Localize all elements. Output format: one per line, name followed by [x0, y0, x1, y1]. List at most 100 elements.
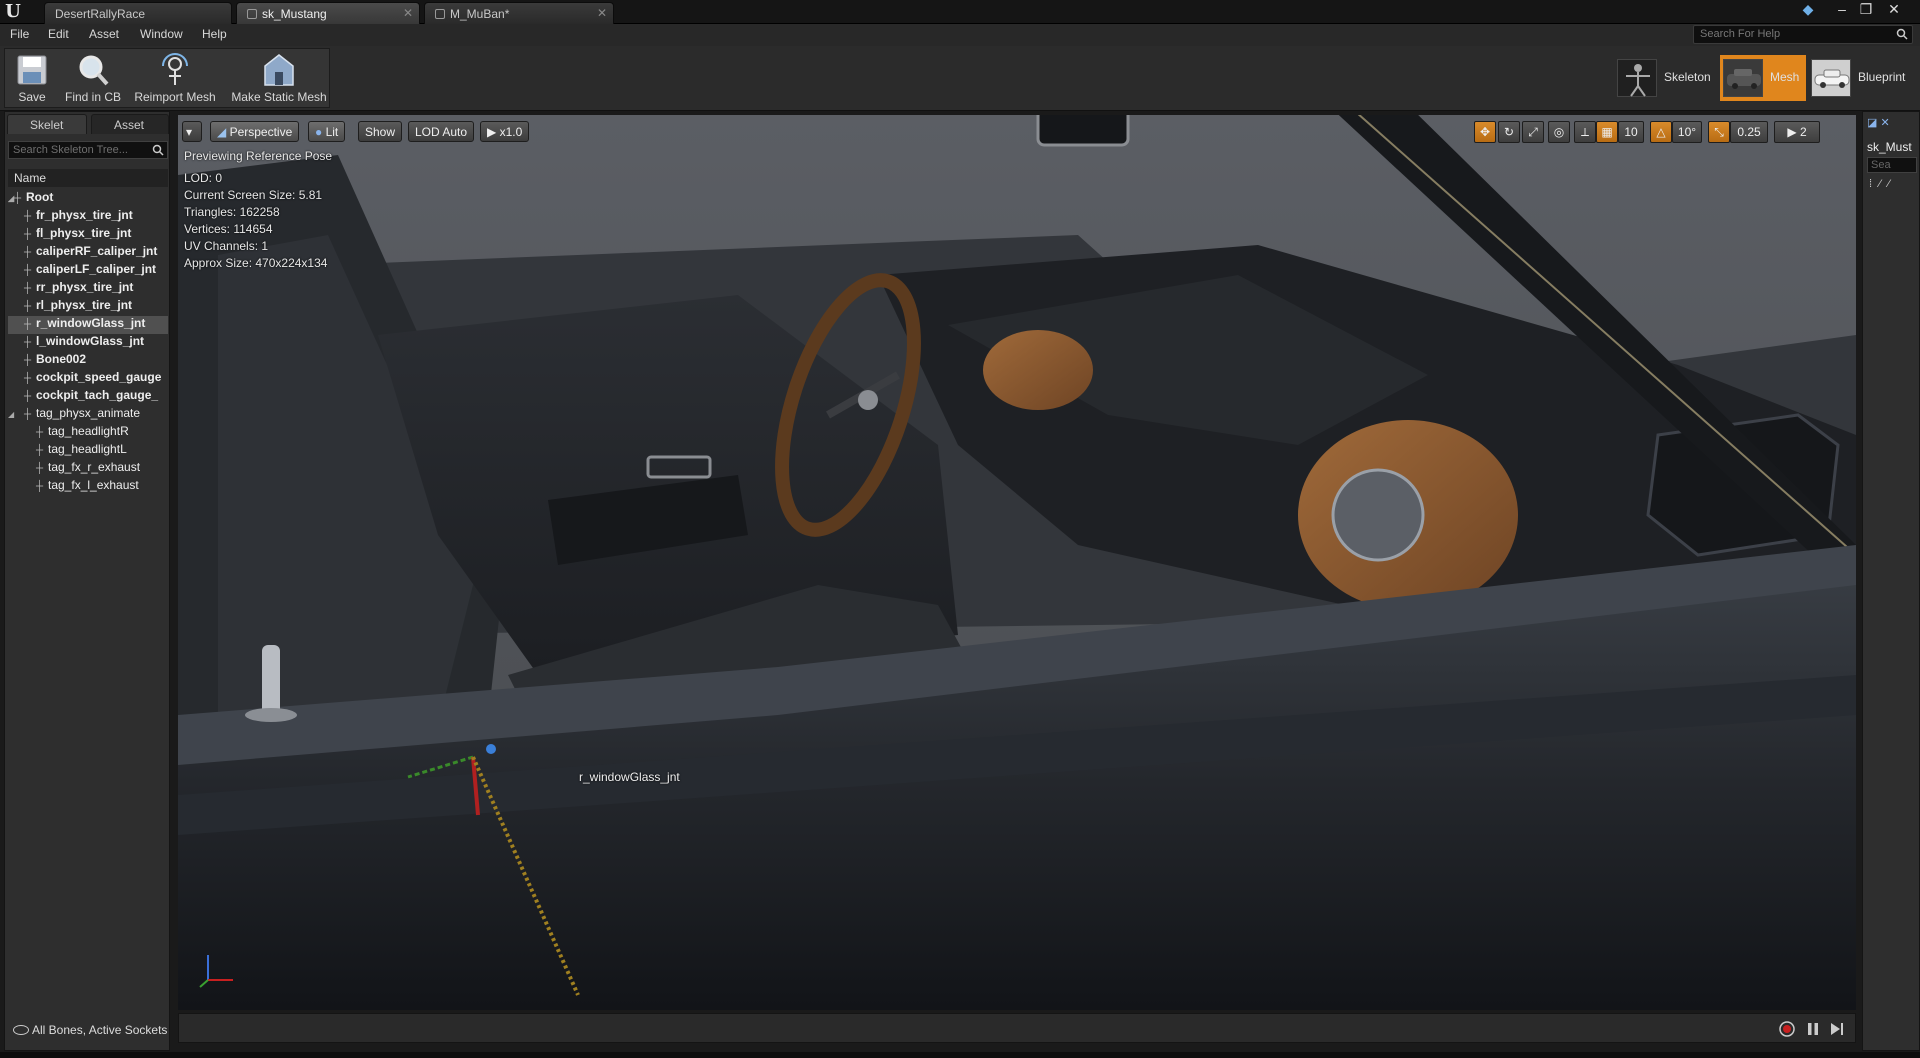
perspective-button[interactable]: ◢ Perspective: [210, 121, 300, 142]
tree-row[interactable]: ┼ tag_headlightR: [8, 424, 168, 442]
scale-snap-label: 0.25: [1737, 125, 1761, 139]
close-tab-icon[interactable]: ✕: [597, 6, 607, 20]
show-button[interactable]: Show: [358, 121, 403, 142]
blueprint-mode-button[interactable]: Blueprint: [1808, 55, 1920, 101]
tree-row[interactable]: ┼ fl_physx_tire_jnt: [8, 226, 168, 244]
scale-tool-icon[interactable]: ⤢: [1522, 121, 1544, 143]
rotate-tool-icon[interactable]: ↻: [1498, 121, 1520, 143]
tree-row[interactable]: ◢┼ Root: [8, 190, 168, 208]
close-tab-icon[interactable]: ✕: [403, 6, 413, 20]
speed-label: x1.0: [499, 125, 523, 139]
close-window-icon[interactable]: ✕: [1882, 0, 1906, 20]
tree-row[interactable]: ┼ tag_fx_r_exhaust: [8, 460, 168, 478]
skeleton-mode-button[interactable]: Skeleton: [1614, 55, 1720, 101]
camera-speed-button[interactable]: ▶ 2: [1774, 121, 1820, 143]
tree-row[interactable]: ┼ tag_headlightL: [8, 442, 168, 460]
help-search-input[interactable]: Search For Help: [1693, 25, 1913, 44]
bone-icon: ┼: [24, 391, 32, 402]
bone-label: rl_physx_tire_jnt: [36, 298, 133, 312]
tab-desert-rally-race[interactable]: DesertRallyRace: [44, 2, 232, 24]
tree-row[interactable]: ┼ rr_physx_tire_jnt: [8, 280, 168, 298]
selected-bone-label: r_windowGlass_jnt: [579, 770, 680, 784]
bone-label: Root: [26, 190, 54, 204]
menu-help[interactable]: Help: [202, 27, 227, 41]
mesh-mode-button[interactable]: Mesh: [1720, 55, 1806, 101]
mesh-stat-line: UV Channels: 1: [184, 239, 269, 253]
bone-icon: ┼: [36, 427, 44, 438]
tab-skeleton-tree[interactable]: Skelet: [7, 114, 87, 134]
tree-row[interactable]: ┼ l_windowGlass_jnt: [8, 334, 168, 352]
mesh-mode-label: Mesh: [1770, 70, 1800, 84]
mesh-stat-line: Triangles: 162258: [184, 205, 280, 219]
lod-auto-button[interactable]: LOD Auto: [408, 121, 475, 142]
bone-label: Bone002: [36, 352, 87, 366]
find-in-cb-button[interactable]: Find in CB: [61, 49, 125, 107]
tab-label: sk_Mustang: [262, 7, 327, 21]
bone-label: tag_physx_animate: [36, 406, 141, 420]
mesh-stat-line: Current Screen Size: 5.81: [184, 188, 323, 202]
lit-label: Lit: [325, 125, 339, 139]
step-forward-icon[interactable]: [1829, 1021, 1845, 1037]
search-icon: [1896, 28, 1908, 40]
lit-button[interactable]: ● Lit: [308, 121, 346, 142]
record-icon[interactable]: [1779, 1021, 1795, 1037]
menu-asset[interactable]: Asset: [89, 27, 119, 41]
play-icon: ▶: [487, 125, 500, 139]
viewport-options-button[interactable]: ▾: [182, 121, 202, 142]
tree-row[interactable]: ┼ cockpit_tach_gauge_: [8, 388, 168, 406]
tree-row[interactable]: ┼ r_windowGlass_jnt: [8, 316, 168, 334]
tab-sk-mustang[interactable]: sk_Mustang ✕: [236, 2, 420, 24]
bone-label: tag_fx_l_exhaust: [48, 478, 139, 492]
details-filter-icons[interactable]: ⁞ ⁄ ⁄: [1869, 178, 1892, 190]
menu-file[interactable]: File: [10, 27, 29, 41]
bone-visibility-filter[interactable]: All Bones, Active Sockets: [13, 1023, 167, 1037]
tree-row[interactable]: ┼ caliperRF_caliper_jnt: [8, 244, 168, 262]
grid-snap-value[interactable]: 10: [1618, 121, 1644, 143]
tab-m-muban[interactable]: M_MuBan* ✕: [424, 2, 614, 24]
skeletal-mesh-icon: [247, 9, 257, 19]
show-label: Show: [365, 125, 396, 139]
surface-snap-icon[interactable]: ⟂: [1574, 121, 1596, 143]
translate-tool-icon[interactable]: ✥: [1474, 121, 1496, 143]
details-search-placeholder: Sea: [1871, 159, 1891, 171]
details-tab-icon[interactable]: ◪ ✕: [1867, 116, 1890, 129]
save-button[interactable]: Save: [7, 49, 57, 107]
tree-row[interactable]: ┼ tag_fx_l_exhaust: [8, 478, 168, 496]
tab-asset-details[interactable]: Asset: [91, 114, 169, 134]
make-static-mesh-button[interactable]: Make Static Mesh: [229, 49, 329, 107]
expand-arrow-icon[interactable]: ◢: [8, 410, 24, 419]
rotation-snap-icon[interactable]: △: [1650, 121, 1672, 143]
menu-edit[interactable]: Edit: [48, 27, 69, 41]
notification-icon[interactable]: ◆: [1796, 0, 1820, 20]
tree-row[interactable]: ┼ caliperLF_caliper_jnt: [8, 262, 168, 280]
menu-window[interactable]: Window: [140, 27, 183, 41]
details-asset-title: sk_Must: [1867, 140, 1912, 154]
grid-snap-icon[interactable]: ▦: [1596, 121, 1618, 143]
tree-row[interactable]: ◢ ┼ tag_physx_animate: [8, 406, 168, 424]
reimport-mesh-button[interactable]: Reimport Mesh: [133, 49, 217, 107]
maximize-icon[interactable]: ❐: [1854, 0, 1878, 20]
tree-row[interactable]: ┼ rl_physx_tire_jnt: [8, 298, 168, 316]
details-panel: ◪ ✕ sk_Must Sea ⁞ ⁄ ⁄: [1862, 111, 1920, 1051]
material-icon: [435, 9, 445, 19]
column-header-name[interactable]: Name: [8, 169, 168, 187]
tree-row[interactable]: ┼ Bone002: [8, 352, 168, 370]
bone-icon: ┼: [24, 283, 32, 294]
pause-icon[interactable]: [1805, 1021, 1821, 1037]
scale-snap-icon[interactable]: ⤡: [1708, 121, 1730, 143]
mesh-viewport[interactable]: ▾ ◢ Perspective ● Lit Show LOD Auto ▶ x1…: [178, 115, 1856, 1010]
bone-label: tag_fx_r_exhaust: [48, 460, 141, 474]
tree-row[interactable]: ┼ fr_physx_tire_jnt: [8, 208, 168, 226]
details-search-input[interactable]: Sea: [1867, 157, 1917, 173]
chevron-down-icon: ▾: [186, 125, 193, 139]
skeleton-tree-panel: Skelet Asset Search Skeleton Tree... Nam…: [4, 111, 170, 1051]
minimize-icon[interactable]: –: [1830, 0, 1854, 20]
skeleton-tree-search-input[interactable]: Search Skeleton Tree...: [8, 141, 168, 159]
rotation-snap-value[interactable]: 10°: [1672, 121, 1702, 143]
playback-speed-button[interactable]: ▶ x1.0: [480, 121, 530, 142]
bone-icon: ┼: [24, 409, 32, 420]
menu-bar: File Edit Asset Window Help: [0, 24, 1920, 46]
tree-row[interactable]: ┼ cockpit_speed_gauge: [8, 370, 168, 388]
world-space-icon[interactable]: ◎: [1548, 121, 1570, 143]
scale-snap-value[interactable]: 0.25: [1730, 121, 1768, 143]
